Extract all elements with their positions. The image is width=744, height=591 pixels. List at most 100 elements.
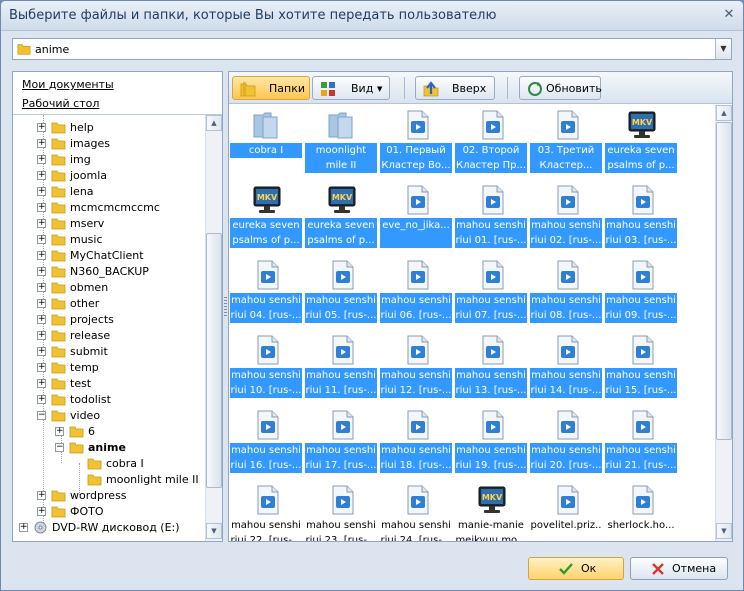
file-item[interactable]: mahou senshi riui 15. [rus-... [605,332,679,404]
expand-icon[interactable]: + [37,315,46,324]
file-item[interactable]: 02. Второй Кластер Пр... [455,107,529,179]
folders-button[interactable]: Папки [232,76,310,100]
expand-icon[interactable]: + [37,123,46,132]
expand-icon[interactable]: + [55,427,64,436]
close-icon[interactable]: ✕ [721,7,737,23]
expand-icon[interactable]: + [37,395,46,404]
tree-scrollbar[interactable]: ▲ ▼ [205,115,222,541]
file-item[interactable]: sherlock.ho... [605,482,679,541]
ok-button[interactable]: Ок [528,557,624,580]
scroll-down-icon[interactable]: ▼ [206,523,222,539]
tree-item-label: anime [88,441,126,454]
expand-icon[interactable]: + [37,139,46,148]
collapse-icon[interactable]: − [37,411,46,420]
tree-item-label: images [70,137,110,150]
tree-item-label: cobra I [106,457,144,470]
file-item-label: mahou senshi riui 22. [rus-... [230,520,302,541]
up-button[interactable]: Вверх [415,76,495,100]
expand-icon[interactable]: + [37,283,46,292]
file-item[interactable]: mahou senshi riui 20. [rus-... [530,407,604,479]
media-file-icon [407,260,429,290]
quick-link-my-documents[interactable]: Мои документы [22,78,114,91]
media-file-icon [632,260,654,290]
file-item[interactable]: MKV eureka seven psalms of p... [605,107,679,179]
file-item[interactable]: 01. Первый Кластер Во... [380,107,454,179]
expand-icon[interactable]: + [37,219,46,228]
scroll-down-icon[interactable]: ▼ [716,523,732,539]
file-item[interactable]: mahou senshi riui 08. [rus-... [530,257,604,329]
file-item[interactable]: mahou senshi riui 10. [rus-... [230,332,304,404]
expand-icon[interactable]: + [37,299,46,308]
file-item-label: 02. Второй Кластер Пр... [455,143,527,173]
splitter-grip [224,297,227,317]
file-item[interactable]: mahou senshi riui 03. [rus-... [605,182,679,254]
file-item[interactable]: mahou senshi riui 24. [rus-... [380,482,454,541]
scroll-thumb[interactable] [716,122,732,440]
file-item[interactable]: mahou senshi riui 04. [rus-... [230,257,304,329]
file-item[interactable]: mahou senshi riui 22. [rus-... [230,482,304,541]
scroll-up-icon[interactable]: ▲ [206,115,222,131]
media-file-icon [557,335,579,365]
refresh-button[interactable]: Обновить [519,76,602,100]
file-item[interactable]: MKV manie-manie meikyuu mo... [455,482,529,541]
file-item[interactable]: mahou senshi riui 18. [rus-... [380,407,454,479]
expand-icon[interactable]: + [37,203,46,212]
path-combobox[interactable]: anime ▼ [12,38,732,60]
tree-item-label: test [70,377,92,390]
expand-icon[interactable]: + [37,507,46,516]
file-item[interactable]: mahou senshi riui 13. [rus-... [455,332,529,404]
file-item[interactable]: mahou senshi riui 19. [rus-... [455,407,529,479]
expand-icon[interactable]: + [37,363,46,372]
chevron-down-icon[interactable]: ▼ [715,39,731,59]
expand-icon[interactable]: + [37,251,46,260]
file-item[interactable]: 03. Третий Кластер... [530,107,604,179]
file-item[interactable]: mahou senshi riui 09. [rus-... [605,257,679,329]
folder-icon [51,266,66,278]
file-item-label: mahou senshi riui 04. [rus-... [230,293,302,323]
collapse-icon[interactable]: − [55,443,64,452]
expand-icon[interactable]: + [37,379,46,388]
file-item[interactable]: povelitel.priz... [530,482,604,541]
expand-icon[interactable]: + [37,187,46,196]
dvd-drive-icon [34,521,47,534]
file-item[interactable]: mahou senshi riui 16. [rus-... [230,407,304,479]
file-item[interactable]: mahou senshi riui 06. [rus-... [380,257,454,329]
expand-icon[interactable]: + [37,347,46,356]
file-item-label: mahou senshi riui 23. [rus-... [305,520,377,541]
file-item[interactable]: mahou senshi riui 07. [rus-... [455,257,529,329]
view-button[interactable]: Вид ▼ [312,76,390,100]
expand-icon[interactable]: + [37,235,46,244]
scroll-up-icon[interactable]: ▲ [716,105,732,121]
file-item[interactable]: mahou senshi riui 12. [rus-... [380,332,454,404]
expand-icon[interactable]: + [37,491,46,500]
file-item[interactable]: MKV eureka seven psalms of p... [230,182,304,254]
file-item[interactable]: moonlight mile II [305,107,379,179]
file-item[interactable]: mahou senshi riui 23. [rus-... [305,482,379,541]
scroll-thumb[interactable] [206,233,222,488]
expand-icon[interactable]: + [19,523,28,532]
file-item[interactable]: mahou senshi riui 14. [rus-... [530,332,604,404]
expand-icon[interactable]: + [37,331,46,340]
file-item[interactable]: mahou senshi riui 05. [rus-... [305,257,379,329]
expand-icon[interactable]: + [37,171,46,180]
expand-icon[interactable]: + [37,155,46,164]
file-item[interactable]: mahou senshi riui 11. [rus-... [305,332,379,404]
expand-icon[interactable]: + [37,267,46,276]
folder-icon [51,506,66,518]
file-item[interactable]: eve_no_jika... [380,182,454,254]
file-item[interactable]: mahou senshi riui 01. [rus-... [455,182,529,254]
tree-item-label: img [70,153,91,166]
cancel-button[interactable]: Отмена [630,557,728,580]
file-item[interactable]: mahou senshi riui 21. [rus-... [605,407,679,479]
quick-link-desktop[interactable]: Рабочий стол [22,97,99,110]
refresh-icon [528,82,542,96]
file-item[interactable]: cobra I [230,107,304,179]
grid-scrollbar[interactable]: ▲ ▼ [715,105,732,541]
file-item[interactable]: MKV eureka seven psalms of p... [305,182,379,254]
media-file-icon [482,410,504,440]
file-item[interactable]: mahou senshi riui 02. [rus-... [530,182,604,254]
toolbar-separator [507,77,508,99]
file-item[interactable]: mahou senshi riui 17. [rus-... [305,407,379,479]
media-file-icon [557,485,579,515]
file-item-label: mahou senshi riui 15. [rus-... [605,368,677,398]
